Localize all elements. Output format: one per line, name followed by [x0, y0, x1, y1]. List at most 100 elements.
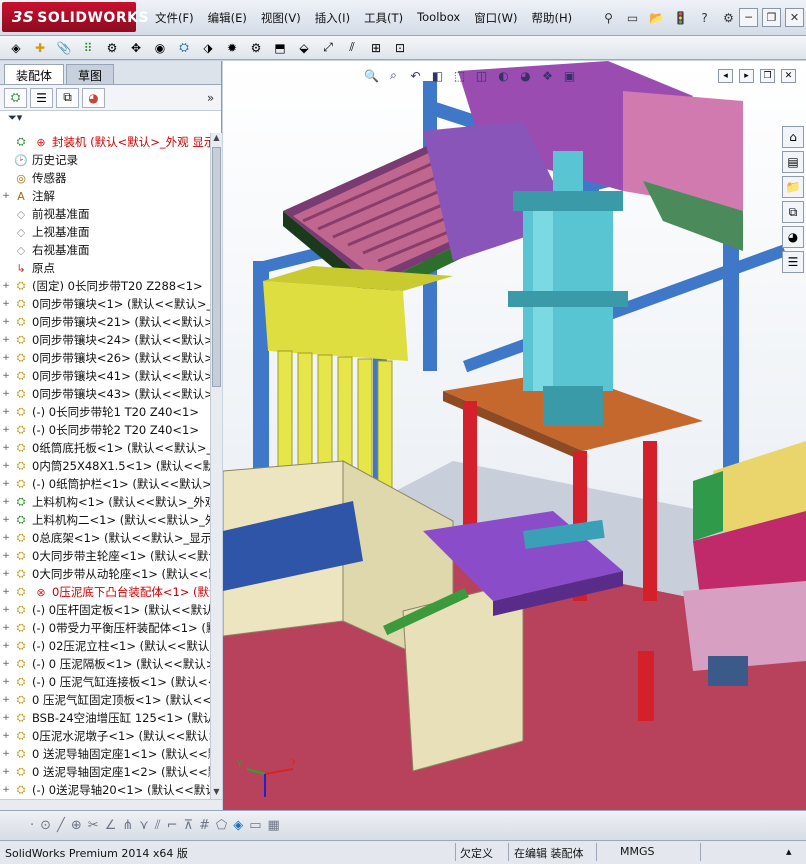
previous-view-icon[interactable]: ↶	[407, 67, 424, 84]
tree-row[interactable]: + ⛭ BSB-24空油增压缸 125<1> (默认<<默认	[0, 709, 210, 727]
tree-row[interactable]: + ⛭ 上料机构<1> (默认<<默认>_外观	[0, 493, 210, 511]
menu-file[interactable]: 文件(F)	[148, 8, 201, 28]
expand-toggle[interactable]: +	[0, 605, 12, 615]
tree-row[interactable]: + A 注解	[0, 187, 210, 205]
expand-toggle[interactable]: +	[0, 515, 12, 525]
tree-row[interactable]: + ⛭ (固定) 0长同步带T20 Z288<1>	[0, 277, 210, 295]
edit-component-icon[interactable]: ◈	[6, 39, 26, 57]
unit-system[interactable]: MMGS	[620, 845, 655, 858]
angle-icon[interactable]: ∠	[105, 818, 117, 833]
parallel-icon[interactable]: ⫽	[155, 818, 161, 833]
show-hidden-icon[interactable]: ◉	[150, 39, 170, 57]
tree-row[interactable]: ◇ 右视基准面	[0, 241, 210, 259]
view-palette-icon[interactable]: ⧉	[782, 201, 804, 223]
display-manager-icon[interactable]: ◕	[82, 87, 105, 108]
mate-icon[interactable]: 📎	[54, 39, 74, 57]
menu-view[interactable]: 视图(V)	[254, 8, 308, 28]
expand-toggle[interactable]: +	[0, 389, 12, 399]
tree-row[interactable]: + ⛭ 0压泥水泥墩子<1> (默认<<默认>_外观	[0, 727, 210, 745]
expand-toggle[interactable]: +	[0, 479, 12, 489]
exploded-view-icon[interactable]: ⬒	[270, 39, 290, 57]
minimize-button[interactable]: ─	[739, 8, 758, 27]
tree-row[interactable]: ◎ 传感器	[0, 169, 210, 187]
design-library-icon[interactable]: ▤	[782, 151, 804, 173]
expand-toggle[interactable]: +	[0, 353, 12, 363]
hole-alignment-icon[interactable]: ⊞	[366, 39, 386, 57]
expand-toggle[interactable]: +	[0, 785, 12, 795]
table-icon[interactable]: ▦	[268, 818, 280, 833]
expand-toggle[interactable]: +	[0, 677, 12, 687]
close-button[interactable]: ✕	[785, 8, 804, 27]
expand-toggle[interactable]: +	[0, 407, 12, 417]
zoom-to-fit-icon[interactable]: 🔍	[363, 67, 380, 84]
tree-row[interactable]: + ⛭ 0 送泥导轴固定座1<2> (默认<<默认	[0, 763, 210, 781]
tree-row[interactable]: + ⛭ (-) 0 压泥气缸连接板<1> (默认<<默认	[0, 673, 210, 691]
expand-toggle[interactable]: +	[0, 551, 12, 561]
tree-row[interactable]: + ⛭ 0同步带镶块<43> (默认<<默认>_外观	[0, 385, 210, 403]
options-icon[interactable]: ⚙	[718, 8, 739, 28]
expand-toggle[interactable]: +	[0, 713, 12, 723]
expand-toggle[interactable]: +	[0, 443, 12, 453]
tree-row[interactable]: + ⛭ 0同步带镶块<24> (默认<<默认>_外观	[0, 331, 210, 349]
dimension-icon[interactable]: ⊼	[184, 818, 194, 833]
tree-row[interactable]: + ⛭ 0内筒25X48X1.5<1> (默认<<默认>_外观	[0, 457, 210, 475]
restore-button[interactable]: ❐	[762, 8, 781, 27]
expand-toggle[interactable]: +	[0, 497, 12, 507]
view-settings-icon[interactable]: ▣	[561, 67, 578, 84]
menu-insert[interactable]: 插入(I)	[308, 8, 357, 28]
scroll-up-arrow[interactable]: ▲	[211, 133, 222, 145]
instant3d-icon[interactable]: ⊡	[390, 39, 410, 57]
pin-icon[interactable]: ⚲	[598, 8, 619, 28]
rebuild-icon[interactable]: 🚦	[670, 8, 691, 28]
expand-toggle[interactable]: +	[0, 299, 12, 309]
tree-row[interactable]: + ⛭ 0大同步带从动轮座<1> (默认<<默认>_外观	[0, 565, 210, 583]
tree-scrollbar[interactable]: ▲ ▼	[210, 133, 222, 799]
tree-row[interactable]: + ⛭ (-) 0压杆固定板<1> (默认<<默认>_外观	[0, 601, 210, 619]
menu-edit[interactable]: 编辑(E)	[201, 8, 254, 28]
expand-toggle[interactable]: +	[0, 749, 12, 759]
new-motion-study-icon[interactable]: ✹	[222, 39, 242, 57]
tree-row[interactable]: + ⛭ (-) 0带受力平衡压杆装配体<1> (默认	[0, 619, 210, 637]
expand-toggle[interactable]: +	[0, 641, 12, 651]
solidworks-resources-icon[interactable]: ⌂	[782, 126, 804, 148]
tree-row[interactable]: + ⛭ 0同步带镶块<21> (默认<<默认>_外观	[0, 313, 210, 331]
tree-row[interactable]: + ⛭ (-) 0长同步带轮2 T20 Z40<1>	[0, 421, 210, 439]
point-icon[interactable]: ·	[30, 818, 34, 833]
expand-toggle[interactable]: +	[0, 425, 12, 435]
tree-row[interactable]: + ⛭ (-) 0纸筒护栏<1> (默认<<默认>_外观	[0, 475, 210, 493]
smart-fasteners-icon[interactable]: ⚙	[102, 39, 122, 57]
explode-line-sketch-icon[interactable]: ⬙	[294, 39, 314, 57]
tree-row[interactable]: + ⛭ 0总底架<1> (默认<<默认>_显示	[0, 529, 210, 547]
viewport-restore-icon[interactable]: ❐	[760, 69, 775, 83]
expand-toggle[interactable]: +	[0, 587, 12, 597]
tree-row[interactable]: + ⛭ 0大同步带主轮座<1> (默认<<默认>_外观	[0, 547, 210, 565]
tree-row[interactable]: + ⛭ (-) 0送泥导轴20<1> (默认<<默认>_外观	[0, 781, 210, 799]
section-view-icon[interactable]: ◧	[429, 67, 446, 84]
line-icon[interactable]: ╱	[57, 818, 65, 833]
menu-help[interactable]: 帮助(H)	[525, 8, 580, 28]
hide-show-items-icon[interactable]: ◐	[495, 67, 512, 84]
scroll-thumb[interactable]	[212, 147, 221, 387]
expand-toggle[interactable]: +	[0, 461, 12, 471]
bill-of-materials-icon[interactable]: ⚙	[246, 39, 266, 57]
mirror-icon[interactable]: ⋔	[122, 818, 133, 833]
unit-system-arrow-icon[interactable]: ▴	[786, 845, 792, 858]
trim-icon[interactable]: ✂	[88, 818, 99, 833]
clearance-verification-icon[interactable]: ⫽	[342, 39, 362, 57]
corner-icon[interactable]: ⌐	[167, 818, 178, 833]
viewport-close-icon[interactable]: ✕	[781, 69, 796, 83]
menu-window[interactable]: 窗口(W)	[467, 8, 524, 28]
expand-toggle[interactable]: +	[0, 335, 12, 345]
offset-icon[interactable]: ⋎	[139, 818, 149, 833]
new-document-icon[interactable]: ▭	[622, 8, 643, 28]
expand-toggle[interactable]: +	[0, 731, 12, 741]
custom-properties-icon[interactable]: ☰	[782, 251, 804, 273]
linear-pattern-icon[interactable]: ⠿	[78, 39, 98, 57]
tab-sketch[interactable]: 草图	[66, 64, 115, 84]
tab-assembly[interactable]: 装配体	[4, 64, 65, 84]
tree-row[interactable]: 🕑 历史记录	[0, 151, 210, 169]
view-orientation-icon[interactable]: ⬚	[451, 67, 468, 84]
expand-toggle[interactable]: +	[0, 767, 12, 777]
viewport-prev-icon[interactable]: ◂	[718, 69, 733, 83]
expand-toggle[interactable]: +	[0, 317, 12, 327]
